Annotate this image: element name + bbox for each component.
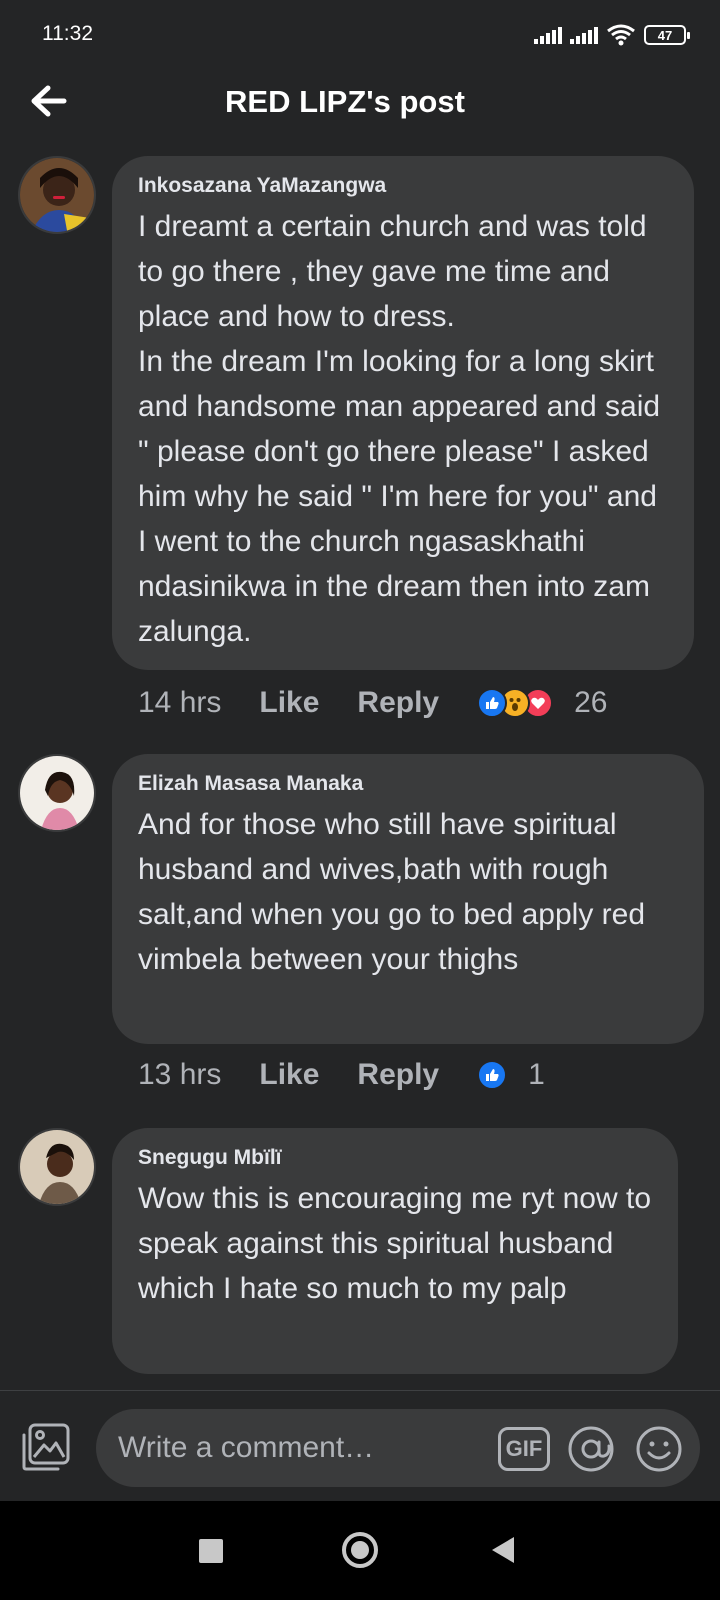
- photo-icon[interactable]: [20, 1421, 72, 1473]
- comment-bubble: Snegugu Mbïlï Wow this is encouraging me…: [112, 1128, 678, 1374]
- like-icon: [477, 688, 508, 718]
- status-bar: 11:32 47: [0, 0, 720, 66]
- avatar[interactable]: [18, 156, 96, 234]
- system-nav-bar: [0, 1501, 720, 1600]
- reply-button[interactable]: Reply: [357, 686, 439, 720]
- emoji-icon[interactable]: [634, 1424, 684, 1474]
- avatar-image: [20, 756, 94, 830]
- home-button[interactable]: [342, 1532, 378, 1568]
- header: RED LIPZ's post: [0, 66, 720, 140]
- like-button[interactable]: Like: [259, 686, 319, 720]
- comment-text: And for those who still have spiritual h…: [138, 808, 646, 976]
- reaction-summary[interactable]: [477, 688, 554, 718]
- avatar-image: [20, 1130, 94, 1204]
- status-icons: 47: [534, 24, 690, 46]
- gif-icon[interactable]: GIF: [498, 1427, 550, 1471]
- comment-actions: 14 hrs Like Reply 26: [138, 686, 608, 720]
- comment-bubble: Elizah Masasa Manaka And for those who s…: [112, 754, 704, 1044]
- system-back-button[interactable]: [492, 1537, 514, 1563]
- reaction-count[interactable]: 1: [528, 1058, 545, 1092]
- reply-button[interactable]: Reply: [357, 1058, 439, 1092]
- like-button[interactable]: Like: [259, 1058, 319, 1092]
- mention-icon[interactable]: [566, 1424, 616, 1474]
- page-title: RED LIPZ's post: [225, 84, 465, 119]
- signal-icon: [534, 26, 562, 44]
- comment-bubble: Inkosazana YaMazangwa I dreamt a certain…: [112, 156, 694, 670]
- comment-author[interactable]: Snegugu Mbïlï: [138, 1146, 652, 1170]
- battery-icon: 47: [644, 25, 690, 45]
- avatar[interactable]: [18, 1128, 96, 1206]
- comment-text: Wow this is encouraging me ryt now to sp…: [138, 1182, 652, 1305]
- avatar-image: [20, 158, 94, 232]
- comment-text: I dreamt a certain church and was told t…: [138, 210, 661, 648]
- recent-apps-button[interactable]: [199, 1539, 223, 1563]
- signal-icon: [570, 26, 598, 44]
- like-icon: [477, 1060, 508, 1090]
- comment-timestamp[interactable]: 13 hrs: [138, 1058, 221, 1092]
- comment-author[interactable]: Inkosazana YaMazangwa: [138, 174, 668, 198]
- wifi-icon: [607, 24, 635, 46]
- comment-composer: GIF: [0, 1391, 720, 1501]
- status-time: 11:32: [42, 22, 93, 45]
- avatar[interactable]: [18, 754, 96, 832]
- comment-author[interactable]: Elizah Masasa Manaka: [138, 772, 678, 796]
- reaction-summary[interactable]: [477, 1060, 508, 1090]
- comment-actions: 13 hrs Like Reply 1: [138, 1058, 545, 1092]
- comment-timestamp[interactable]: 14 hrs: [138, 686, 221, 720]
- reaction-count[interactable]: 26: [574, 686, 607, 720]
